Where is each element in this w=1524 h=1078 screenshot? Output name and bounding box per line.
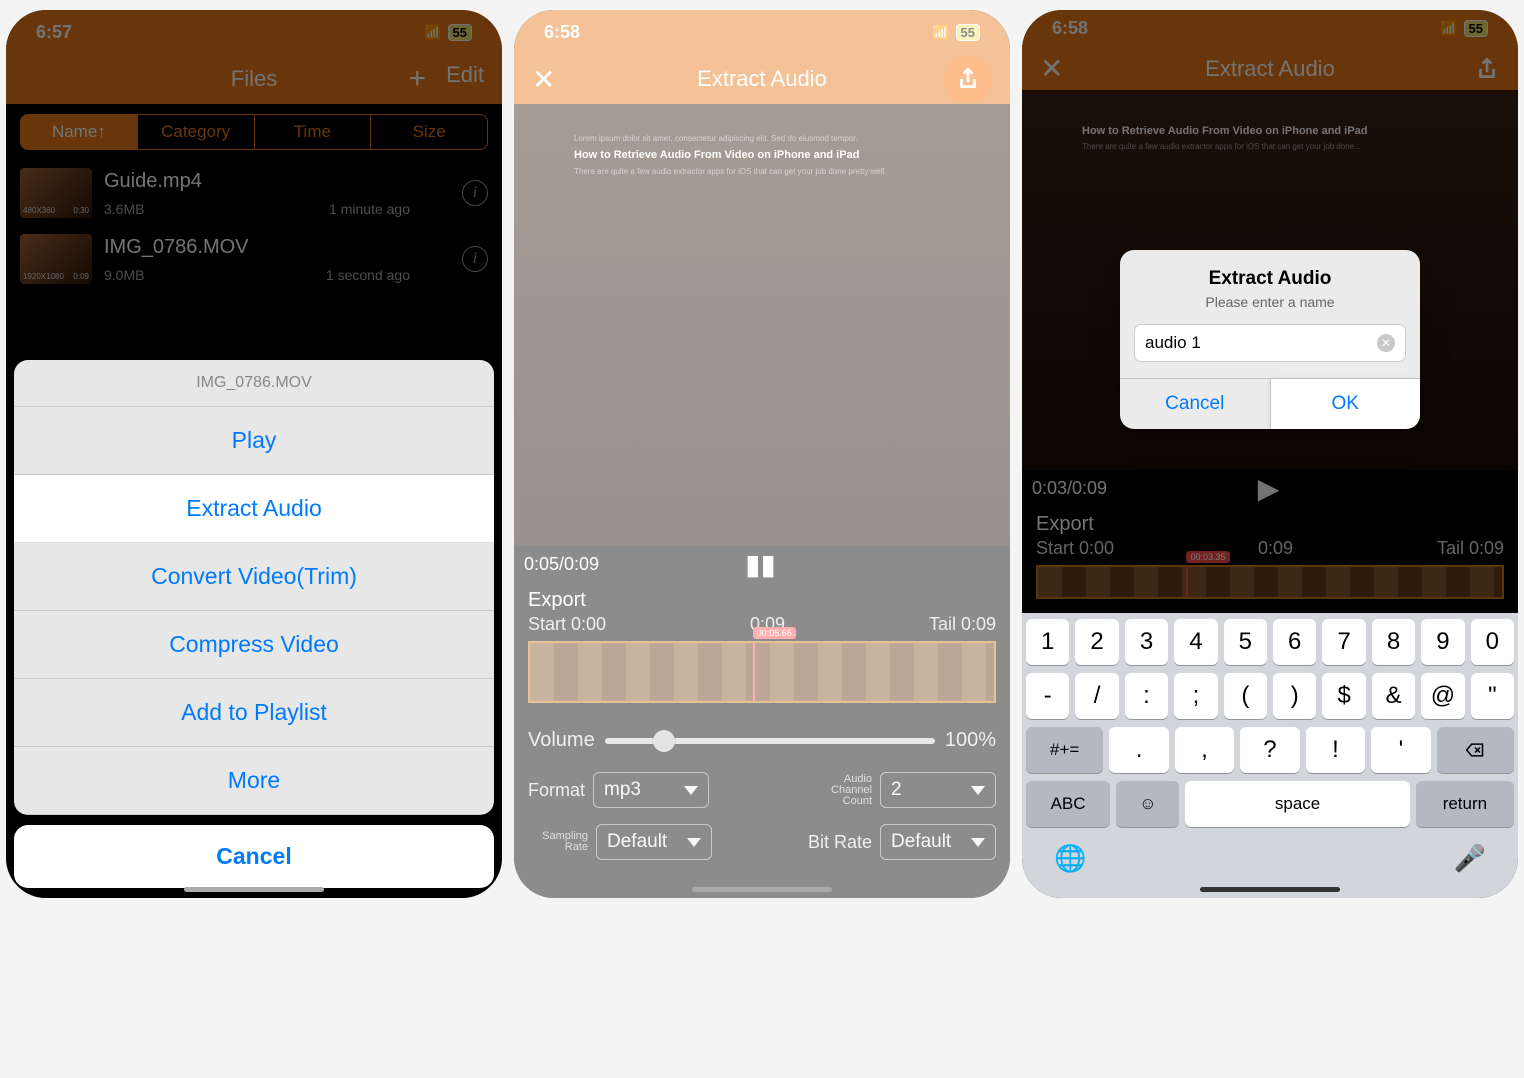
key-delete[interactable] — [1437, 727, 1514, 773]
sheet-extract-audio[interactable]: Extract Audio — [14, 475, 494, 543]
key-6[interactable]: 6 — [1273, 619, 1316, 665]
sheet-more[interactable]: More — [14, 747, 494, 815]
key-2[interactable]: 2 — [1075, 619, 1118, 665]
key-1[interactable]: 1 — [1026, 619, 1069, 665]
sheet-convert-video[interactable]: Convert Video(Trim) — [14, 543, 494, 611]
key-dash[interactable]: - — [1026, 673, 1069, 719]
home-indicator[interactable] — [184, 887, 324, 892]
key-rparen[interactable]: ) — [1273, 673, 1316, 719]
sheet-add-playlist[interactable]: Add to Playlist — [14, 679, 494, 747]
key-apostrophe[interactable]: ' — [1371, 727, 1430, 773]
key-semicolon[interactable]: ; — [1174, 673, 1217, 719]
key-3[interactable]: 3 — [1125, 619, 1168, 665]
key-symbols[interactable]: #+= — [1026, 727, 1103, 773]
clear-icon[interactable]: ✕ — [1377, 334, 1395, 352]
name-alert: Extract Audio Please enter a name audio … — [1120, 250, 1420, 429]
key-exclaim[interactable]: ! — [1306, 727, 1365, 773]
key-slash[interactable]: / — [1075, 673, 1118, 719]
alert-subtitle: Please enter a name — [1120, 290, 1420, 324]
key-8[interactable]: 8 — [1372, 619, 1415, 665]
sheet-compress-video[interactable]: Compress Video — [14, 611, 494, 679]
key-amp[interactable]: & — [1372, 673, 1415, 719]
action-sheet: IMG_0786.MOV Play Extract Audio Convert … — [14, 360, 494, 815]
keyboard[interactable]: 1 2 3 4 5 6 7 8 9 0 - / : ; ( ) $ & @ " … — [1022, 613, 1518, 898]
sheet-header: IMG_0786.MOV — [14, 360, 494, 407]
key-return[interactable]: return — [1416, 781, 1514, 827]
key-at[interactable]: @ — [1421, 673, 1464, 719]
key-comma[interactable]: , — [1175, 727, 1234, 773]
alert-ok-button[interactable]: OK — [1270, 379, 1421, 429]
key-0[interactable]: 0 — [1471, 619, 1514, 665]
key-lparen[interactable]: ( — [1224, 673, 1267, 719]
key-period[interactable]: . — [1109, 727, 1168, 773]
sheet-play[interactable]: Play — [14, 407, 494, 475]
key-4[interactable]: 4 — [1174, 619, 1217, 665]
backspace-icon — [1462, 740, 1488, 760]
key-9[interactable]: 9 — [1421, 619, 1464, 665]
key-space[interactable]: space — [1185, 781, 1409, 827]
key-abc[interactable]: ABC — [1026, 781, 1110, 827]
home-indicator[interactable] — [1200, 887, 1340, 892]
alert-cancel-button[interactable]: Cancel — [1120, 379, 1270, 429]
alert-title: Extract Audio — [1120, 250, 1420, 290]
key-quote[interactable]: " — [1471, 673, 1514, 719]
mic-icon[interactable]: 🎤 — [1454, 843, 1486, 874]
globe-icon[interactable]: 🌐 — [1054, 843, 1086, 874]
sheet-cancel-button[interactable]: Cancel — [14, 825, 494, 888]
key-emoji[interactable]: ☺ — [1116, 781, 1179, 827]
dim-overlay — [514, 10, 1010, 898]
key-colon[interactable]: : — [1125, 673, 1168, 719]
key-dollar[interactable]: $ — [1322, 673, 1365, 719]
key-7[interactable]: 7 — [1322, 619, 1365, 665]
key-5[interactable]: 5 — [1224, 619, 1267, 665]
home-indicator[interactable] — [692, 887, 832, 892]
filename-input[interactable]: audio 1 ✕ — [1134, 324, 1406, 362]
key-question[interactable]: ? — [1240, 727, 1299, 773]
